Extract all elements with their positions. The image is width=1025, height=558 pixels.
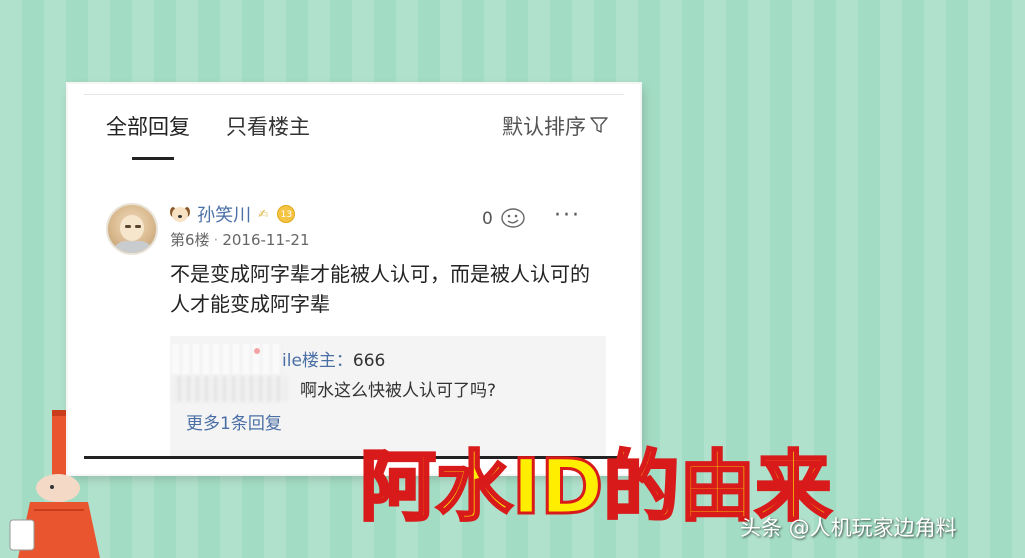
blurred-username	[172, 376, 287, 402]
emoji-icon	[254, 348, 260, 354]
avatar-face	[120, 215, 144, 241]
comment-text: 不是变成阿字辈才能被人认可，而是被人认可的人才能变成阿字辈	[170, 262, 590, 316]
reply-item[interactable]: ile楼主：666	[282, 346, 385, 371]
phone-icon: ✍	[258, 207, 269, 221]
floor-number: 第6楼	[170, 231, 210, 249]
screenshot-card: 全部回复 只看楼主 默认排序 孙笑川 ✍ 13 第6楼 · 2016-11-21…	[68, 84, 640, 474]
like-count: 0	[482, 209, 493, 229]
tab-owner-only[interactable]: 只看楼主	[226, 111, 310, 141]
reply-text: 666	[352, 351, 386, 371]
avatar-eye	[125, 225, 131, 228]
avatar-cape	[112, 241, 154, 253]
sub-replies: ile楼主：666 啊水这么快被人认可了吗? 更多1条回复	[170, 336, 606, 456]
avatar[interactable]	[106, 203, 158, 255]
owner-tag: 楼主：	[301, 351, 353, 371]
post-date: 2016-11-21	[222, 231, 310, 249]
watermark: 头条 @人机玩家边角料	[740, 516, 957, 540]
post-meta: 第6楼 · 2016-11-21	[170, 229, 310, 250]
like-icon[interactable]	[500, 207, 526, 229]
reply-tabs: 全部回复 只看楼主 默认排序	[84, 95, 624, 165]
level-badge: 13	[277, 205, 296, 223]
reply-item[interactable]: 啊水这么快被人认可了吗?	[300, 376, 496, 401]
avatar-eye	[135, 225, 141, 228]
reply-username[interactable]: ile	[282, 351, 302, 371]
cartoon-figure	[9, 410, 100, 558]
filter-icon[interactable]	[590, 116, 608, 134]
user-row: 孙笑川 ✍ 13	[170, 201, 296, 227]
active-tab-indicator	[132, 157, 174, 160]
sort-dropdown[interactable]: 默认排序	[502, 111, 586, 141]
comment-panel: 全部回复 只看楼主 默认排序 孙笑川 ✍ 13 第6楼 · 2016-11-21…	[84, 94, 624, 459]
dog-icon	[170, 205, 190, 223]
tab-all-replies[interactable]: 全部回复	[106, 111, 190, 141]
blurred-username	[172, 344, 282, 374]
more-replies-link[interactable]: 更多1条回复	[186, 409, 282, 434]
more-options-icon[interactable]: ···	[554, 203, 581, 228]
username[interactable]: 孙笑川	[197, 201, 251, 227]
meta-separator: ·	[213, 231, 219, 249]
